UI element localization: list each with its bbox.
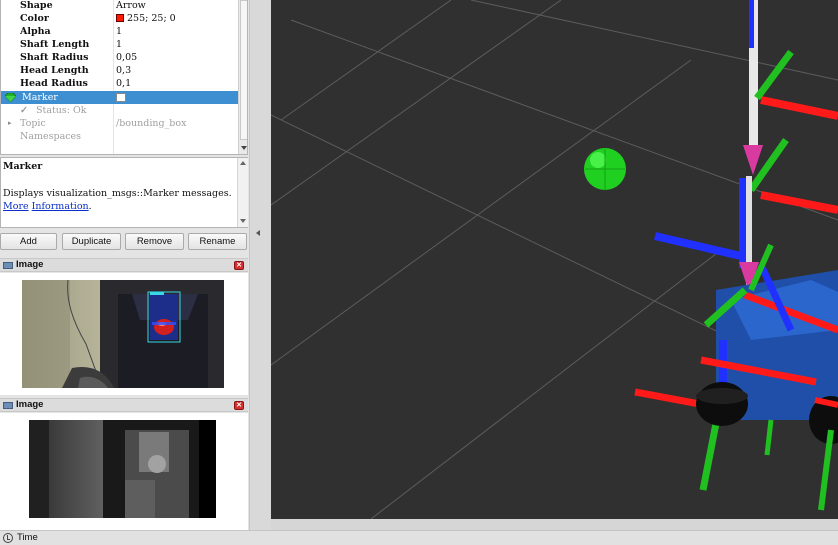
property-value: 255; 25; 0 <box>127 13 176 24</box>
property-key: Shape <box>20 0 53 11</box>
scrollbar-thumb[interactable] <box>240 0 247 140</box>
status-label: Status: Ok <box>36 105 87 116</box>
image-panel-body <box>0 413 248 530</box>
description-panel: Marker Displays visualization_msgs::Mark… <box>0 157 248 228</box>
clock-icon <box>3 533 13 543</box>
image-icon <box>3 402 13 409</box>
property-row-head-radius[interactable]: Head Radius 0,1 <box>1 77 238 90</box>
green-sphere-marker <box>584 148 626 190</box>
display-item-marker[interactable]: Marker <box>1 91 238 104</box>
add-button[interactable]: Add <box>0 233 57 250</box>
property-value[interactable]: 1 <box>116 38 122 51</box>
property-row-topic[interactable]: ▸ Topic /bounding_box <box>1 117 238 130</box>
property-value[interactable]: /bounding_box <box>116 117 186 130</box>
information-link[interactable]: Information <box>32 201 89 212</box>
description-body: Displays visualization_msgs::Marker mess… <box>3 188 232 199</box>
property-value[interactable]: 1 <box>116 25 122 38</box>
property-value[interactable]: 0,3 <box>116 64 131 77</box>
property-row-shaft-length[interactable]: Shaft Length 1 <box>1 38 238 51</box>
duplicate-button[interactable]: Duplicate <box>62 233 121 250</box>
close-icon[interactable]: ✕ <box>234 401 244 410</box>
property-value[interactable]: 0,1 <box>116 77 131 90</box>
property-key: Shaft Length <box>20 39 90 50</box>
property-row-shaft-radius[interactable]: Shaft Radius 0,05 <box>1 51 238 64</box>
marker-enable-checkbox[interactable] <box>116 93 126 102</box>
color-value[interactable]: 255; 25; 0 <box>116 12 176 25</box>
remove-button[interactable]: Remove <box>125 233 184 250</box>
marker-display-icon <box>5 93 16 102</box>
camera-image <box>22 280 224 388</box>
scene-canvas[interactable] <box>271 0 838 519</box>
property-value[interactable]: Arrow <box>116 0 146 12</box>
image-icon <box>3 262 13 269</box>
property-key: Shaft Radius <box>20 52 89 63</box>
close-icon[interactable]: ✕ <box>234 261 244 270</box>
description-text: Displays visualization_msgs::Marker mess… <box>3 188 232 212</box>
property-value[interactable]: 0,05 <box>116 51 137 64</box>
scroll-up-arrow-icon[interactable] <box>240 161 246 165</box>
description-title: Marker <box>3 161 43 172</box>
image-panel-body <box>0 273 248 395</box>
time-label: Time <box>17 532 38 543</box>
image-panel-header[interactable]: Image ✕ <box>0 398 248 412</box>
property-row-alpha[interactable]: Alpha 1 <box>1 25 238 38</box>
rename-button[interactable]: Rename <box>188 233 247 250</box>
property-row-shape[interactable]: Shape Arrow <box>1 0 238 12</box>
properties-scrollbar[interactable] <box>238 0 247 154</box>
property-key: Head Length <box>20 65 89 76</box>
panel-splitter[interactable] <box>249 0 271 530</box>
image-panel-header[interactable]: Image ✕ <box>0 258 248 272</box>
status-row[interactable]: ✓ Status: Ok <box>1 104 238 117</box>
properties-tree[interactable]: Shape Arrow Color 255; 25; 0 Alpha 1 Sha… <box>0 0 248 155</box>
panel-title: Image <box>16 399 44 410</box>
more-link[interactable]: More <box>3 201 29 212</box>
render-3d-view[interactable] <box>271 0 838 519</box>
property-key: Alpha <box>20 26 51 37</box>
scroll-down-arrow-icon[interactable] <box>241 146 247 150</box>
marker-label: Marker <box>22 92 58 103</box>
property-row-head-length[interactable]: Head Length 0,3 <box>1 64 238 77</box>
depth-image <box>29 420 216 518</box>
scroll-down-arrow-icon[interactable] <box>240 219 246 223</box>
description-scrollbar[interactable] <box>237 158 248 227</box>
color-swatch[interactable] <box>116 14 124 22</box>
property-row-color[interactable]: Color 255; 25; 0 <box>1 12 238 25</box>
property-key: Namespaces <box>20 131 82 142</box>
property-key: Head Radius <box>20 78 88 89</box>
expand-arrow-icon[interactable]: ▸ <box>8 117 12 130</box>
property-row-namespaces[interactable]: Namespaces <box>1 130 238 143</box>
panel-title: Image <box>16 259 44 270</box>
checkmark-icon: ✓ <box>20 105 28 116</box>
collapse-arrow-icon[interactable] <box>256 230 260 236</box>
property-key: Topic <box>20 118 46 129</box>
time-panel: Time <box>0 530 838 545</box>
property-key: Color <box>20 13 49 24</box>
left-panel: Shape Arrow Color 255; 25; 0 Alpha 1 Sha… <box>0 0 249 530</box>
